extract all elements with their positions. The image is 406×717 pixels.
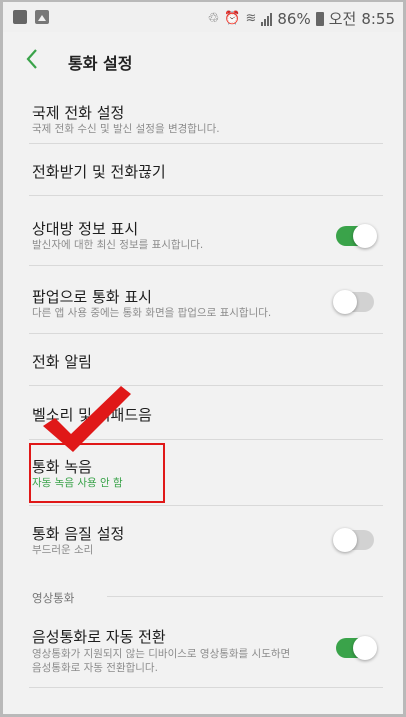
ampm-label: 오전 [328,10,357,28]
section-header-video: 영상통화 [32,591,75,605]
recycle-icon: ♲ [207,11,220,26]
call-quality-toggle[interactable] [333,528,374,552]
status-bar: ♲ ⏰ ≋ 86% 오전 8:55 [3,2,403,32]
toggle-knob [353,224,377,248]
clock: 8:55 [361,9,395,28]
row-subtitle: 부드러운 소리 [32,544,94,556]
setting-international[interactable]: 국제 전화 설정 국제 전화 수신 및 발신 설정을 변경합니다. [29,88,383,144]
row-subtitle: 다른 앱 사용 중에는 통화 화면을 팝업으로 표시합니다. [32,307,272,319]
toggle-knob [333,290,357,314]
caller-info-toggle[interactable] [336,224,377,248]
row-title: 통화 음질 설정 [32,525,125,543]
signal-icon [261,12,273,26]
row-title: 전화 알림 [32,353,92,371]
page-title: 통화 설정 [68,54,133,73]
wifi-icon: ≋ [245,11,257,26]
status-bar-right: ♲ ⏰ ≋ 86% 오전 8:55 [208,8,395,29]
setting-call-alerts[interactable]: 전화 알림 [29,334,383,386]
setting-caller-info[interactable]: 상대방 정보 표시 발신자에 대한 최신 정보를 표시합니다. [29,196,383,266]
row-title: 상대방 정보 표시 [32,220,139,238]
chevron-left-icon[interactable] [25,48,39,75]
section-divider [107,596,383,597]
uplus-icon [13,10,27,24]
row-subtitle-line1: 영상통화가 지원되지 않는 디바이스로 영상통화를 시도하면 [32,648,291,660]
screen-frame: ♲ ⏰ ≋ 86% 오전 8:55 통화 설정 국제 전화 설정 국제 전화 수… [3,2,403,714]
auto-switch-toggle[interactable] [336,636,377,660]
row-title: 팝업으로 통화 표시 [32,288,152,306]
row-subtitle: 발신자에 대한 최신 정보를 표시합니다. [32,239,204,251]
status-bar-left [13,10,49,24]
row-title: 음성통화로 자동 전환 [32,628,166,646]
popup-call-toggle[interactable] [333,290,374,314]
row-title: 전화받기 및 전화끊기 [32,163,166,181]
toggle-knob [353,636,377,660]
row-subtitle: 국제 전화 수신 및 발신 설정을 변경합니다. [32,123,220,135]
red-checkmark-icon [43,386,131,452]
toggle-knob [333,528,357,552]
battery-percent: 86% [277,9,311,28]
setting-popup-call[interactable]: 팝업으로 통화 표시 다른 앱 사용 중에는 통화 화면을 팝업으로 표시합니다… [29,266,383,334]
row-title: 국제 전화 설정 [32,104,125,122]
setting-call-quality[interactable]: 통화 음질 설정 부드러운 소리 [29,506,383,570]
setting-auto-switch-voice[interactable]: 음성통화로 자동 전환 영상통화가 지원되지 않는 디바이스로 영상통화를 시도… [29,608,383,688]
alarm-icon: ⏰ [224,11,241,26]
setting-answer-end[interactable]: 전화받기 및 전화끊기 [29,144,383,196]
gallery-icon [35,10,49,24]
row-subtitle-line2: 음성통화로 자동 전환합니다. [32,662,158,674]
battery-icon [315,11,324,26]
app-header: 통화 설정 [3,32,403,88]
